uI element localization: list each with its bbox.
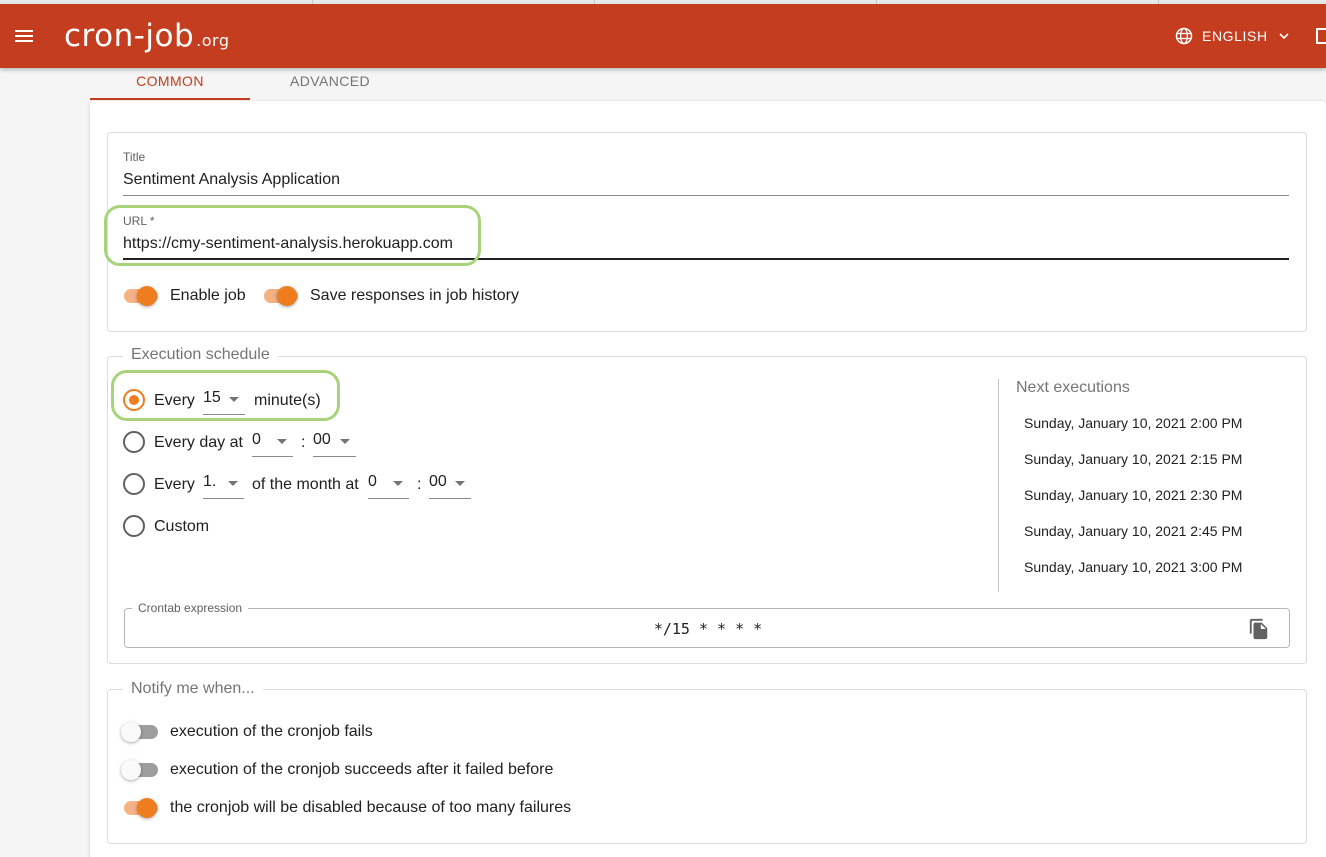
- day-time-separator: :: [301, 434, 306, 451]
- every-month-middle: of the month at: [252, 476, 359, 493]
- dropdown-arrow-icon: [229, 397, 239, 402]
- dropdown-arrow-icon: [393, 481, 403, 486]
- copy-icon[interactable]: [1248, 618, 1270, 640]
- enable-job-switch[interactable]: [121, 284, 159, 308]
- notify-disabled-label: the cronjob will be disabled because of …: [170, 799, 572, 816]
- logo-suffix: .org: [196, 31, 230, 50]
- month-minute-value: 00: [429, 473, 447, 490]
- every-month-prefix: Every: [154, 476, 195, 493]
- save-responses-switch[interactable]: [261, 284, 299, 308]
- chevron-down-icon: [1279, 33, 1289, 40]
- month-hour-value: 0: [368, 473, 377, 490]
- next-execution-item: Sunday, January 10, 2021 2:30 PM: [1024, 487, 1243, 503]
- notify-legend: Notify me when...: [123, 680, 263, 698]
- tab-bar: COMMON ADVANCED: [90, 68, 1326, 100]
- day-hour-value: 0: [252, 431, 261, 448]
- radio-every-minutes[interactable]: [123, 389, 145, 411]
- month-minute-select[interactable]: 00: [429, 469, 471, 499]
- notify-fails-label: execution of the cronjob fails: [170, 723, 373, 740]
- notify-recovers-switch[interactable]: [121, 758, 159, 782]
- globe-icon: [1175, 27, 1193, 45]
- crontab-expression-label: Crontab expression: [132, 601, 249, 615]
- crontab-expression-field[interactable]: */15 * * * *: [124, 608, 1290, 648]
- app-bar: cron-job .org ENGLISH: [0, 4, 1326, 68]
- radio-every-month[interactable]: [123, 473, 145, 495]
- day-minute-value: 00: [313, 431, 331, 448]
- next-execution-item: Sunday, January 10, 2021 3:00 PM: [1024, 559, 1243, 575]
- title-input[interactable]: Sentiment Analysis Application: [123, 171, 340, 189]
- month-day-value: 1.: [203, 473, 217, 490]
- save-responses-label: Save responses in job history: [310, 287, 519, 304]
- dropdown-arrow-icon: [228, 481, 238, 486]
- next-executions-title: Next executions: [1016, 379, 1130, 396]
- job-form-card: Title Sentiment Analysis Application URL…: [90, 101, 1326, 857]
- tab-common[interactable]: COMMON: [90, 68, 250, 100]
- day-minute-select[interactable]: 00: [313, 427, 356, 457]
- every-minutes-suffix: minute(s): [254, 392, 321, 409]
- notify-recovers-label: execution of the cronjob succeeds after …: [170, 761, 554, 778]
- language-selector[interactable]: ENGLISH: [1174, 25, 1292, 47]
- enable-job-label: Enable job: [170, 287, 246, 304]
- month-hour-select[interactable]: 0: [368, 469, 409, 499]
- next-executions-divider: [998, 379, 999, 592]
- execution-schedule-legend: Execution schedule: [123, 346, 278, 364]
- dropdown-arrow-icon: [340, 439, 350, 444]
- dropdown-arrow-icon: [277, 439, 287, 444]
- tab-advanced[interactable]: ADVANCED: [250, 68, 410, 100]
- url-input[interactable]: https://cmy-sentiment-analysis.herokuapp…: [123, 235, 453, 253]
- month-day-select[interactable]: 1.: [203, 469, 244, 499]
- next-execution-item: Sunday, January 10, 2021 2:00 PM: [1024, 415, 1243, 431]
- every-minutes-prefix: Every: [154, 392, 195, 409]
- minutes-interval-select[interactable]: 15: [203, 385, 245, 415]
- menu-icon[interactable]: [14, 26, 34, 46]
- next-execution-item: Sunday, January 10, 2021 2:15 PM: [1024, 451, 1243, 467]
- logo[interactable]: cron-job .org: [64, 18, 230, 54]
- title-label: Title: [123, 150, 146, 164]
- month-time-separator: :: [417, 476, 422, 493]
- day-hour-select[interactable]: 0: [252, 427, 293, 457]
- crontab-expression-value: */15 * * * *: [653, 620, 763, 638]
- url-underline: [123, 258, 1289, 260]
- language-label: ENGLISH: [1202, 28, 1268, 44]
- radio-every-day[interactable]: [123, 431, 145, 453]
- dropdown-arrow-icon: [455, 481, 465, 486]
- radio-custom[interactable]: [123, 515, 145, 537]
- every-day-prefix: Every day at: [154, 434, 243, 451]
- logo-text: cron-job: [64, 18, 195, 54]
- custom-label: Custom: [154, 518, 210, 535]
- next-execution-item: Sunday, January 10, 2021 2:45 PM: [1024, 523, 1243, 539]
- title-underline: [123, 195, 1289, 196]
- url-label: URL *: [123, 214, 155, 228]
- fullscreen-icon[interactable]: [1316, 28, 1326, 44]
- minutes-interval-value: 15: [203, 389, 221, 406]
- notify-fails-switch[interactable]: [121, 720, 159, 744]
- notify-disabled-switch[interactable]: [121, 796, 159, 820]
